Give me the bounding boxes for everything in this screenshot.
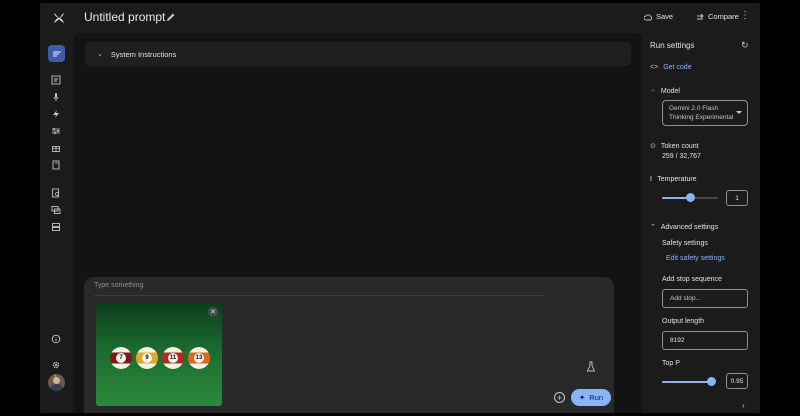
output-length-input[interactable]: 8192 <box>662 331 748 350</box>
model-label: Model <box>660 87 680 95</box>
stop-sequence-label: Add stop sequence <box>662 276 722 283</box>
system-instructions-toggle[interactable]: ⌄ System Instructions <box>85 42 631 66</box>
run-button[interactable]: ✦ Run <box>571 389 611 406</box>
model-label-row: ⁘ Model <box>650 87 680 96</box>
storage-icon[interactable] <box>49 220 63 234</box>
model-value: Gemini 2.0 Flash Thinking Experimental <box>669 105 734 121</box>
compare-arrows-icon <box>697 13 704 19</box>
token-count-row: ⊙ Token count <box>650 142 699 151</box>
top-p-slider-handle[interactable] <box>707 377 717 386</box>
prompt-input[interactable]: Type something <box>94 282 143 289</box>
edit-safety-link[interactable]: Edit safety settings <box>666 255 725 262</box>
caret-down-icon <box>736 111 742 114</box>
attached-image[interactable]: 7 9 11 13 ✕ <box>96 303 222 406</box>
ball-13: 13 <box>188 347 210 369</box>
token-icon: ⊙ <box>650 143 656 150</box>
stop-sequence-input[interactable]: Add stop... <box>662 289 748 308</box>
top-p-slider[interactable] <box>662 377 717 386</box>
new-prompt-icon[interactable] <box>49 73 63 87</box>
run-label: Run <box>589 393 604 402</box>
remove-image-icon[interactable]: ✕ <box>208 307 218 317</box>
studio-logo-icon[interactable] <box>52 11 66 25</box>
compare-button[interactable]: Compare <box>696 12 739 21</box>
token-count-label: Token count <box>660 142 699 150</box>
top-bar: Untitled prompt Save Compare ⋮ <box>40 3 760 33</box>
expand-rail-icon[interactable]: › <box>54 371 57 380</box>
composer: Type something 7 9 11 13 ✕ + ✦ Run <box>84 277 614 413</box>
chat-prompt-icon[interactable] <box>48 45 65 62</box>
system-instructions-label: System Instructions <box>110 49 177 59</box>
chevron-up-icon: ⌃ <box>650 224 656 231</box>
output-length-label: Output length <box>662 318 705 325</box>
model-select[interactable]: Gemini 2.0 Flash Thinking Experimental <box>662 100 748 126</box>
tune-icon[interactable] <box>49 124 63 138</box>
add-content-icon[interactable]: + <box>554 392 565 403</box>
cloud-icon <box>644 13 652 20</box>
prompt-title[interactable]: Untitled prompt <box>84 10 165 24</box>
composer-divider <box>94 295 544 296</box>
bolt-icon[interactable] <box>49 107 63 121</box>
chat-bubbles-icon[interactable] <box>49 203 63 217</box>
top-p-label: Top P <box>662 360 680 367</box>
temperature-slider-handle[interactable] <box>686 193 695 202</box>
search-doc-icon[interactable] <box>49 186 63 200</box>
run-settings-panel: Run settings ↻ <> Get code ⁘ Model Gemin… <box>644 33 760 413</box>
book-icon[interactable] <box>49 158 63 172</box>
flask-icon[interactable] <box>586 361 596 373</box>
save-label: Save <box>656 12 674 21</box>
advanced-settings-toggle[interactable]: ⌃ Advanced settings <box>650 223 719 232</box>
gift-icon[interactable] <box>49 141 63 155</box>
ball-9: 9 <box>136 347 158 369</box>
top-p-input[interactable]: 0.95 <box>726 373 748 389</box>
token-count-value: 259 / 32,767 <box>662 153 701 160</box>
ball-7: 7 <box>110 347 132 369</box>
edit-pencil-icon[interactable] <box>166 12 176 22</box>
reset-icon[interactable]: ↻ <box>741 40 749 51</box>
info-icon[interactable] <box>49 332 63 346</box>
get-code-link[interactable]: <> Get code <box>650 64 692 71</box>
prompt-area: ⌄ System Instructions Type something 7 9… <box>74 33 642 413</box>
advanced-settings-label: Advanced settings <box>660 223 719 231</box>
more-vert-icon[interactable]: ⋮ <box>740 10 750 21</box>
temperature-row: ℓ Temperature <box>650 176 697 183</box>
sparkle-icon: ✦ <box>578 393 586 402</box>
temperature-label: Temperature <box>657 176 697 183</box>
code-icon: <> <box>650 64 659 71</box>
save-button[interactable]: Save <box>644 12 673 21</box>
app-window: Untitled prompt Save Compare ⋮ › ⌄ Syste… <box>40 3 760 413</box>
run-settings-title: Run settings <box>650 41 695 50</box>
chevron-down-icon: ⌄ <box>97 51 103 58</box>
top-p-slider-fill <box>662 381 712 383</box>
thermometer-icon: ℓ <box>650 176 653 183</box>
compare-label: Compare <box>708 12 739 21</box>
model-icon: ⁘ <box>650 88 656 95</box>
get-code-label: Get code <box>663 64 692 71</box>
safety-settings-label: Safety settings <box>662 240 708 247</box>
ball-11: 11 <box>162 347 184 369</box>
settings-icon[interactable] <box>49 358 63 372</box>
expand-panel-icon[interactable]: › <box>742 401 745 410</box>
microphone-icon[interactable] <box>49 90 63 104</box>
temperature-slider[interactable] <box>662 193 718 202</box>
temperature-input[interactable]: 1 <box>726 190 748 206</box>
left-rail <box>40 33 72 413</box>
